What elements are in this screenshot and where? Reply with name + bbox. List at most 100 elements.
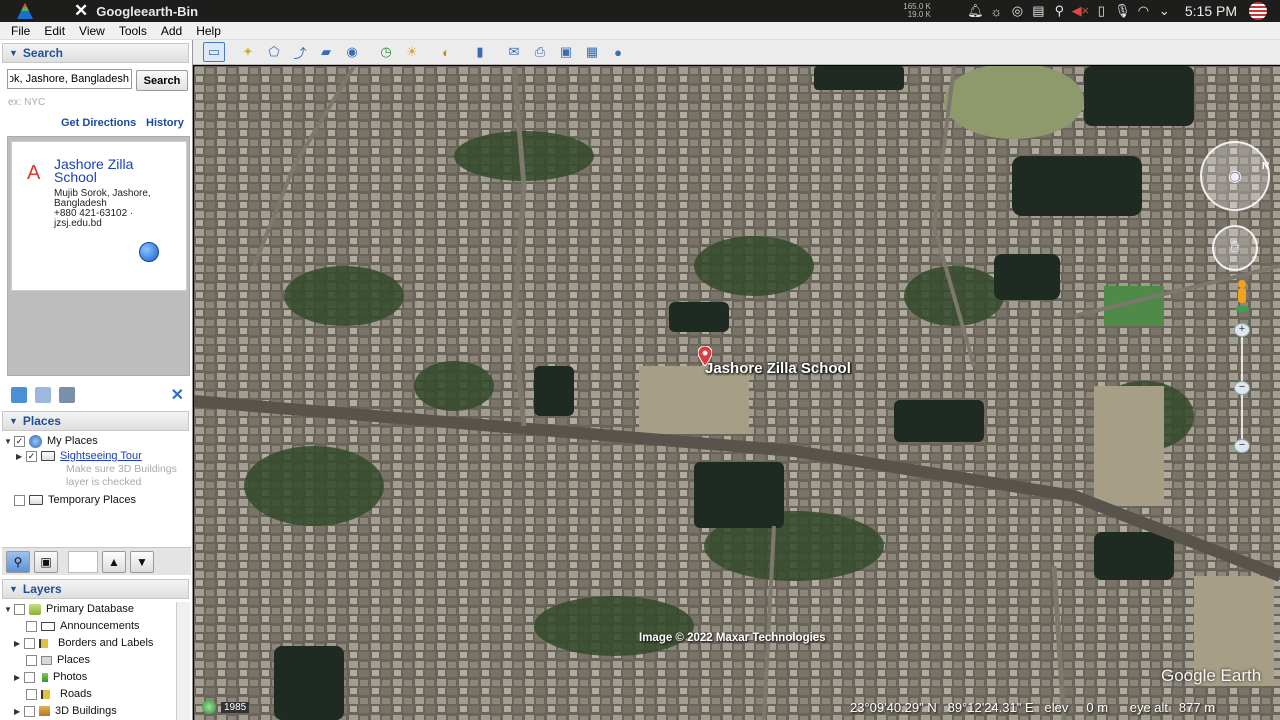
- tree-item-sightseeing-tour[interactable]: ▶ ✓ Sightseeing Tour: [16, 448, 142, 464]
- layers-panel-header[interactable]: ▼ Layers: [2, 579, 189, 599]
- layer-photos[interactable]: ▶ Photos: [14, 669, 87, 685]
- move-down-icon[interactable]: ▼: [130, 550, 154, 573]
- layer-3d-buildings[interactable]: ▶ 3D Buildings: [14, 703, 117, 719]
- checkbox[interactable]: [26, 620, 37, 632]
- search-places-icon[interactable]: ⚲: [6, 550, 30, 573]
- placemark-label[interactable]: Jashore Zilla School: [705, 360, 851, 377]
- tree-item-label[interactable]: Sightseeing Tour: [60, 450, 142, 462]
- menu-tools[interactable]: Tools: [119, 24, 147, 38]
- history-link[interactable]: History: [146, 117, 184, 129]
- chevron-down-icon[interactable]: ⌄: [1154, 0, 1175, 22]
- add-placemark-icon[interactable]: ✦: [237, 42, 259, 62]
- map-view[interactable]: Jashore Zilla School Image © 2022 Maxar …: [194, 66, 1280, 720]
- menu-help[interactable]: Help: [196, 24, 221, 38]
- email-icon[interactable]: ✉: [503, 42, 525, 62]
- clear-search-icon[interactable]: ✕: [171, 385, 184, 405]
- search-button[interactable]: Search: [136, 70, 188, 91]
- ruler-icon[interactable]: ▮: [469, 42, 491, 62]
- print-icon[interactable]: [59, 387, 75, 403]
- checkbox[interactable]: [26, 654, 37, 666]
- tree-item-my-places[interactable]: ▼ ✓ My Places: [4, 433, 98, 449]
- expand-icon[interactable]: ▶: [16, 452, 26, 461]
- collapse-triangle-icon[interactable]: ▼: [9, 416, 18, 426]
- checkbox[interactable]: [14, 603, 25, 615]
- sunlight-icon[interactable]: ☀: [401, 42, 423, 62]
- expand-icon[interactable]: ▶: [14, 707, 24, 716]
- earth-icon[interactable]: ●: [607, 42, 629, 62]
- expand-icon[interactable]: ▼: [4, 437, 14, 446]
- clipboard-icon[interactable]: ▤: [1028, 0, 1049, 22]
- places-panel-header[interactable]: ▼ Places: [2, 411, 189, 431]
- globe-icon[interactable]: [139, 242, 159, 262]
- look-joystick[interactable]: ◉: [1200, 141, 1270, 211]
- search-input[interactable]: [7, 69, 132, 89]
- save-image-icon[interactable]: ▣: [555, 42, 577, 62]
- close-window-icon[interactable]: ✕: [74, 0, 88, 22]
- historical-imagery-icon[interactable]: ◷: [375, 42, 397, 62]
- add-polygon-icon[interactable]: ⬠: [263, 42, 285, 62]
- switch-planet-icon[interactable]: ◐: [435, 42, 457, 62]
- copy-icon[interactable]: [35, 387, 51, 403]
- location-icon[interactable]: ⚲: [1049, 0, 1070, 22]
- checkbox[interactable]: [24, 671, 35, 683]
- menu-file[interactable]: File: [11, 24, 30, 38]
- north-indicator-icon[interactable]: N: [1262, 161, 1269, 172]
- layer-label: Photos: [53, 671, 88, 683]
- checkbox[interactable]: ✓: [26, 450, 37, 462]
- volume-muted-icon[interactable]: ◀×: [1070, 0, 1091, 22]
- checkbox[interactable]: [26, 688, 37, 700]
- vpn-icon[interactable]: ◎: [1007, 0, 1028, 22]
- checkbox[interactable]: [14, 494, 25, 506]
- wifi-icon[interactable]: ◠: [1133, 0, 1154, 22]
- search-result-card[interactable]: A Jashore Zilla School Mujib Sorok, Jash…: [11, 141, 187, 291]
- expand-icon[interactable]: ▶: [14, 639, 24, 648]
- save-to-places-icon[interactable]: [11, 387, 27, 403]
- checkbox[interactable]: ✓: [14, 435, 25, 447]
- folder-icon: [41, 451, 55, 461]
- google-earth-app-icon[interactable]: [16, 2, 34, 20]
- move-up-icon[interactable]: ▲: [102, 550, 126, 573]
- microphone-icon[interactable]: 🎙︎: [1112, 0, 1133, 22]
- result-title[interactable]: Jashore Zilla School: [54, 157, 174, 184]
- checkbox[interactable]: [24, 637, 35, 649]
- panel-toggle-icon[interactable]: ▣: [34, 550, 58, 573]
- expand-icon[interactable]: ▶: [14, 673, 24, 682]
- menu-edit[interactable]: Edit: [44, 24, 65, 38]
- layer-borders-labels[interactable]: ▶ Borders and Labels: [14, 635, 153, 651]
- collapse-triangle-icon[interactable]: ▼: [9, 584, 18, 594]
- checkbox[interactable]: [24, 705, 35, 717]
- get-directions-link[interactable]: Get Directions: [61, 117, 136, 129]
- layer-places[interactable]: Places: [26, 652, 90, 668]
- phone-icon[interactable]: ▯: [1091, 0, 1112, 22]
- sidebar-toggle-icon[interactable]: ▭: [203, 42, 225, 62]
- bell-icon[interactable]: 🔔︎: [965, 0, 986, 22]
- zoom-out-button[interactable]: −: [1234, 439, 1250, 453]
- search-panel-header[interactable]: ▼ Search: [2, 43, 189, 63]
- print-icon[interactable]: ⎙: [529, 42, 551, 62]
- zoom-in-button[interactable]: +: [1234, 323, 1250, 337]
- places-filter-input[interactable]: [68, 550, 98, 573]
- result-website[interactable]: jzsj.edu.bd: [54, 219, 174, 229]
- view-in-maps-icon[interactable]: ▦: [581, 42, 603, 62]
- move-joystick[interactable]: ✋︎: [1212, 225, 1258, 271]
- layer-announcements[interactable]: Announcements: [26, 618, 140, 634]
- record-tour-icon[interactable]: ◉: [341, 42, 363, 62]
- collapse-triangle-icon[interactable]: ▼: [9, 48, 18, 58]
- zoom-thumb[interactable]: −: [1234, 381, 1250, 395]
- layer-primary-database[interactable]: ▼ Primary Database: [4, 601, 134, 617]
- brightness-icon[interactable]: ☼: [986, 0, 1007, 22]
- add-image-overlay-icon[interactable]: ▰: [315, 42, 337, 62]
- eye-altitude-value: 877 m: [1178, 700, 1216, 715]
- tree-item-temporary-places[interactable]: Temporary Places: [4, 492, 136, 508]
- zoom-slider[interactable]: + − −: [1234, 323, 1250, 453]
- layers-scrollbar[interactable]: [176, 602, 190, 720]
- flag-avatar-icon[interactable]: [1247, 0, 1268, 22]
- layer-roads[interactable]: Roads: [26, 686, 92, 702]
- clock[interactable]: 5:15 PM: [1185, 3, 1237, 19]
- pegman-icon[interactable]: [1234, 279, 1250, 313]
- menu-view[interactable]: View: [79, 24, 105, 38]
- menu-add[interactable]: Add: [161, 24, 182, 38]
- satellite-imagery[interactable]: [194, 66, 1280, 720]
- add-path-icon[interactable]: ⤴: [289, 42, 311, 62]
- expand-icon[interactable]: ▼: [4, 605, 14, 614]
